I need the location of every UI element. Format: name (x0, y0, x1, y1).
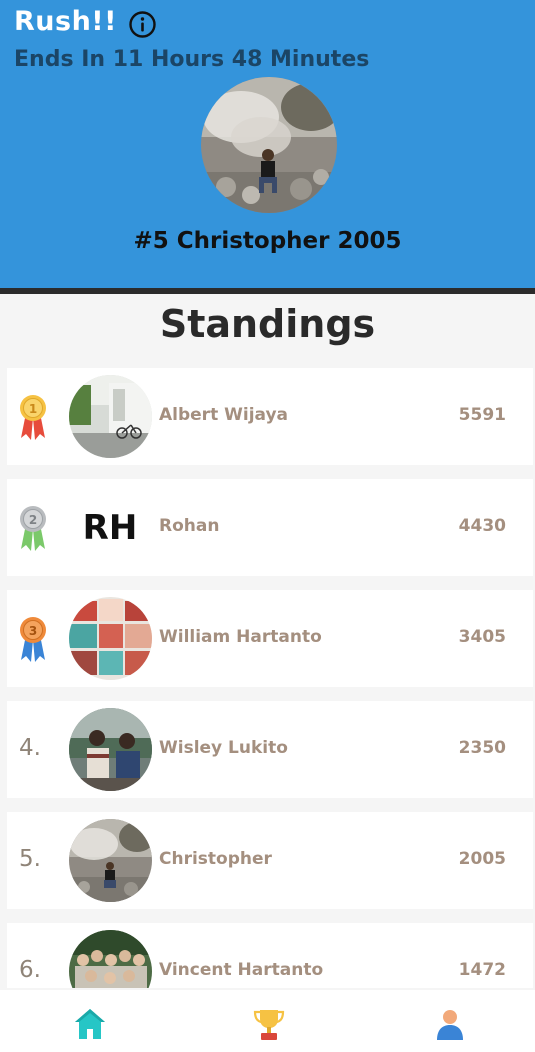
current-user-name: Christopher (176, 228, 330, 254)
player-score: 1472 (458, 960, 506, 980)
player-score: 3405 (458, 627, 506, 647)
current-user-caption: #5 Christopher 2005 (0, 228, 535, 254)
player-name: Vincent Hartanto (159, 960, 324, 980)
silver-medal-icon: 2 (20, 506, 46, 551)
standing-row[interactable]: 2 RH Rohan 4430 (7, 479, 533, 576)
standing-row[interactable]: 6. Vincent Hartanto 1472 (7, 923, 533, 988)
gold-medal-icon: 1 (20, 395, 46, 440)
info-icon[interactable] (128, 10, 157, 39)
app-title: Rush!! (14, 6, 117, 37)
standing-row[interactable]: 1 Albert Wijaya 5591 (7, 368, 533, 465)
svg-text:1: 1 (29, 402, 37, 416)
countdown-text: Ends In 11 Hours 48 Minutes (14, 47, 370, 72)
avatar (69, 819, 152, 902)
bronze-medal-icon: 3 (20, 617, 46, 662)
player-name: Christopher (159, 849, 272, 869)
standing-row[interactable]: 5. Christopher 2005 (7, 812, 533, 909)
avatar (69, 930, 152, 988)
svg-text:RH: RH (83, 508, 138, 548)
player-score: 4430 (458, 516, 506, 536)
rank-number: 4. (19, 735, 41, 761)
rank-number: 6. (19, 957, 41, 983)
header-banner: Rush!! Ends In 11 Hours 48 Minutes #5 Ch… (0, 0, 535, 288)
svg-text:2: 2 (29, 513, 37, 527)
player-name: Wisley Lukito (159, 738, 288, 758)
avatar (69, 597, 152, 680)
current-user-score: 2005 (337, 228, 402, 254)
header-divider (0, 288, 535, 294)
player-name: Albert Wijaya (159, 405, 289, 425)
avatar: RH (69, 486, 152, 569)
avatar (69, 708, 152, 791)
standing-row[interactable]: 4. Wisley Lukito 2350 (7, 701, 533, 798)
player-name: William Hartanto (159, 627, 322, 647)
standings-title: Standings (159, 302, 376, 346)
player-score: 2005 (458, 849, 506, 869)
standings-list[interactable]: 1 Albert Wijaya 5591 2 RH Rohan 4430 3 W… (7, 368, 533, 988)
svg-text:3: 3 (29, 624, 37, 638)
player-name: Rohan (159, 516, 220, 536)
home-icon[interactable] (72, 1006, 108, 1042)
avatar (69, 375, 152, 458)
current-user-rank: #5 (133, 228, 169, 254)
rank-number: 5. (19, 846, 41, 872)
current-user-avatar (201, 77, 337, 213)
trophy-icon[interactable] (251, 1006, 287, 1042)
user-icon[interactable] (432, 1006, 468, 1042)
player-score: 5591 (458, 405, 506, 425)
standing-row[interactable]: 3 William Hartanto 3405 (7, 590, 533, 687)
bottom-nav (0, 990, 535, 1052)
player-score: 2350 (458, 738, 506, 758)
